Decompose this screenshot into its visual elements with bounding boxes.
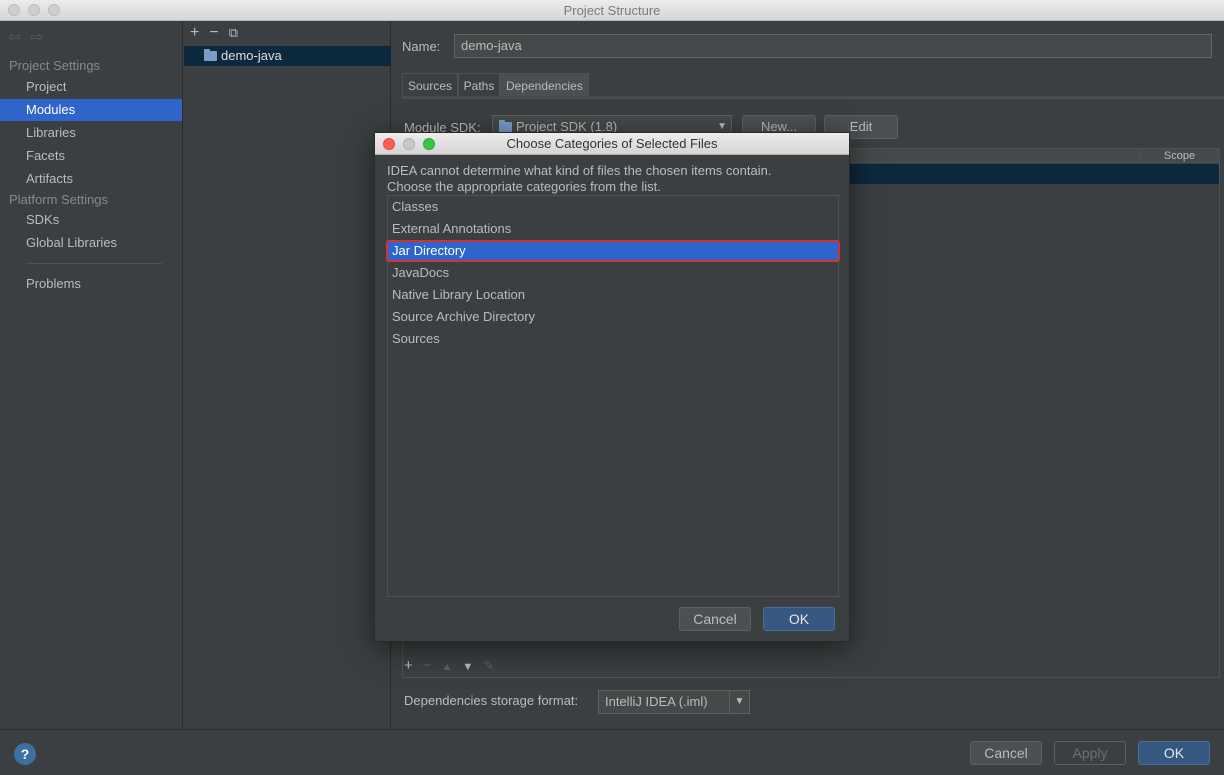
move-down-icon[interactable]: ▼ — [462, 661, 473, 673]
sdk-folder-icon — [499, 120, 512, 132]
module-tree-panel: + − ⧉ demo-java — [184, 22, 391, 729]
dialog-cancel-button[interactable]: Cancel — [679, 607, 751, 631]
list-item[interactable]: Sources — [388, 328, 838, 350]
list-item-selected[interactable]: Jar Directory — [386, 240, 840, 262]
tab-underline — [402, 96, 1224, 99]
sidebar-item-sdks[interactable]: SDKs — [0, 209, 182, 231]
add-dependency-icon[interactable]: + — [404, 657, 413, 674]
list-item[interactable]: Source Archive Directory — [388, 306, 838, 328]
forward-arrow-icon[interactable]: ⇨ — [31, 29, 44, 46]
list-item[interactable]: JavaDocs — [388, 262, 838, 284]
dialog-footer: ? Cancel Apply OK — [0, 729, 1224, 775]
storage-format-value: IntelliJ IDEA (.iml) — [605, 694, 708, 709]
dialog-minimize-button[interactable] — [403, 138, 415, 150]
module-tree-label: demo-java — [221, 48, 282, 63]
dialog-message-line1: IDEA cannot determine what kind of files… — [387, 163, 772, 178]
list-item[interactable]: Native Library Location — [388, 284, 838, 306]
sidebar-item-global-libraries[interactable]: Global Libraries — [0, 232, 182, 254]
tree-toolbar: + − ⧉ — [190, 24, 248, 42]
storage-format-select[interactable]: IntelliJ IDEA (.iml) ▼ — [598, 690, 750, 714]
scope-column-header[interactable]: Scope — [1139, 149, 1219, 163]
move-up-icon[interactable]: ▲ — [442, 661, 453, 673]
dialog-message-line2: Choose the appropriate categories from t… — [387, 179, 661, 194]
dialog-message: IDEA cannot determine what kind of files… — [387, 163, 839, 195]
tab-paths[interactable]: Paths — [457, 73, 501, 97]
apply-button[interactable]: Apply — [1054, 741, 1126, 765]
copy-module-icon[interactable]: ⧉ — [229, 25, 238, 40]
settings-sidebar: ⇦ ⇨ Project Settings Project Modules Libr… — [0, 22, 183, 729]
sidebar-item-modules[interactable]: Modules — [0, 99, 182, 121]
module-tree-item[interactable]: demo-java — [184, 46, 391, 66]
tab-dependencies[interactable]: Dependencies — [499, 73, 589, 97]
sidebar-item-problems[interactable]: Problems — [0, 273, 182, 295]
dialog-titlebar: Choose Categories of Selected Files — [375, 133, 849, 155]
category-list: Classes External Annotations Jar Directo… — [386, 195, 840, 597]
dialog-title: Choose Categories of Selected Files — [506, 136, 718, 151]
window-title: Project Structure — [563, 3, 661, 18]
remove-module-icon[interactable]: − — [209, 24, 218, 41]
ok-button[interactable]: OK — [1138, 741, 1210, 765]
module-tabs: Sources Paths Dependencies — [402, 73, 589, 97]
window-zoom-button[interactable] — [48, 4, 60, 16]
list-item[interactable]: External Annotations — [388, 218, 838, 240]
nav-arrows: ⇦ ⇨ — [8, 28, 53, 46]
sidebar-item-artifacts[interactable]: Artifacts — [0, 168, 182, 190]
window-titlebar: Project Structure — [0, 0, 1224, 21]
storage-format-label: Dependencies storage format: — [404, 693, 579, 708]
sidebar-item-project[interactable]: Project — [0, 76, 182, 98]
remove-dependency-icon[interactable]: − — [423, 657, 432, 674]
window-close-button[interactable] — [8, 4, 20, 16]
cancel-button[interactable]: Cancel — [970, 741, 1042, 765]
sidebar-item-libraries[interactable]: Libraries — [0, 122, 182, 144]
sidebar-item-facets[interactable]: Facets — [0, 145, 182, 167]
module-name-input[interactable]: demo-java — [454, 34, 1212, 58]
dependencies-toolbar: + − ▲ ▼ ✎ — [404, 657, 504, 674]
help-icon[interactable]: ? — [14, 743, 36, 765]
list-item[interactable]: Classes — [388, 196, 838, 218]
choose-categories-dialog: Choose Categories of Selected Files IDEA… — [374, 132, 850, 642]
dialog-close-button[interactable] — [383, 138, 395, 150]
chevron-down-icon: ▼ — [729, 691, 749, 713]
tab-sources[interactable]: Sources — [402, 73, 459, 97]
dialog-ok-button[interactable]: OK — [763, 607, 835, 631]
name-label: Name: — [402, 39, 441, 54]
sidebar-divider — [26, 263, 162, 264]
window-minimize-button[interactable] — [28, 4, 40, 16]
project-settings-header: Project Settings — [9, 58, 101, 73]
platform-settings-header: Platform Settings — [9, 192, 108, 207]
back-arrow-icon[interactable]: ⇦ — [8, 29, 21, 46]
edit-dependency-icon[interactable]: ✎ — [483, 658, 494, 673]
module-folder-icon — [204, 49, 217, 61]
dialog-zoom-button[interactable] — [423, 138, 435, 150]
add-module-icon[interactable]: + — [190, 24, 199, 41]
